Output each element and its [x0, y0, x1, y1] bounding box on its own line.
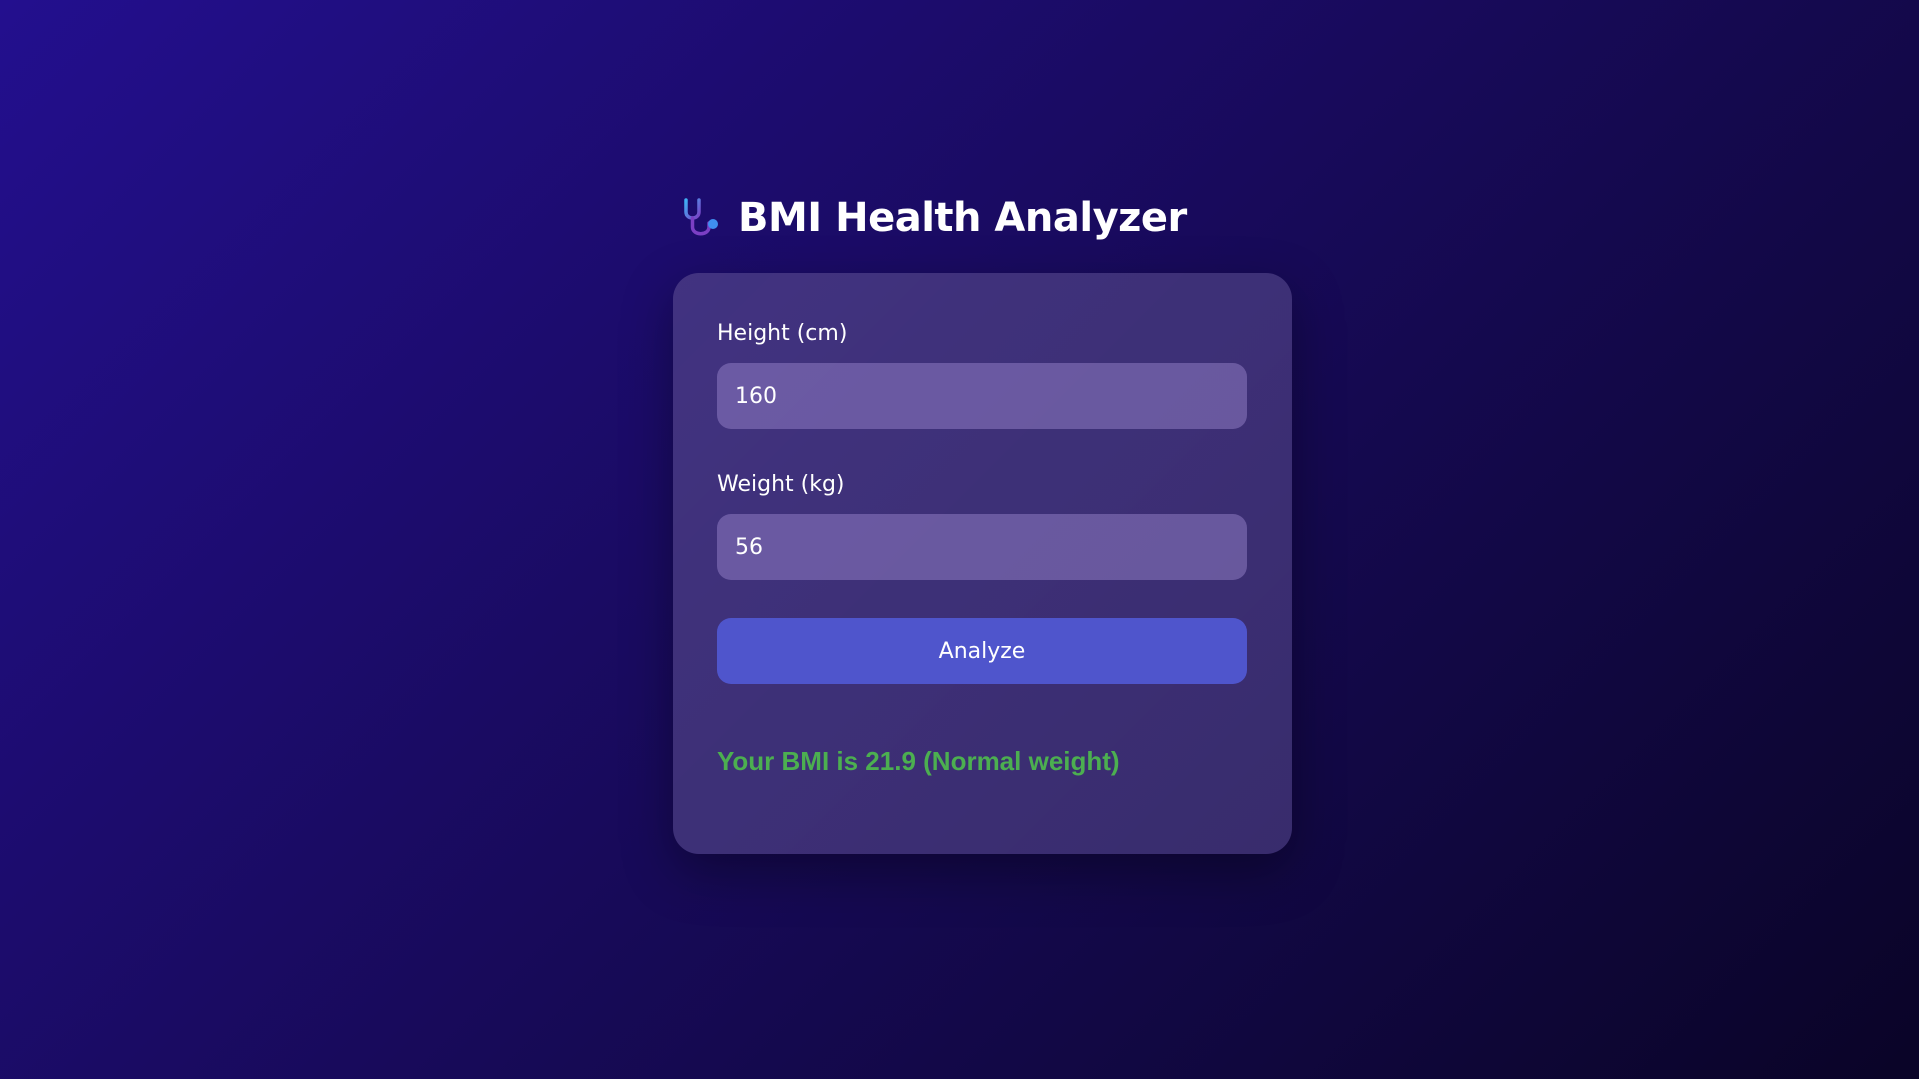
- analyze-button[interactable]: Analyze: [717, 618, 1247, 684]
- stethoscope-icon: [678, 194, 726, 242]
- app-header: BMI Health Analyzer: [678, 193, 1187, 243]
- page-title: BMI Health Analyzer: [738, 195, 1187, 241]
- bmi-result-text: Your BMI is 21.9 (Normal weight): [717, 746, 1120, 776]
- weight-label: Weight (kg): [717, 472, 845, 497]
- height-input[interactable]: [717, 363, 1247, 429]
- bmi-form-card: Height (cm) Weight (kg) Analyze Your BMI…: [673, 273, 1292, 854]
- weight-input[interactable]: [717, 514, 1247, 580]
- height-label: Height (cm): [717, 321, 848, 346]
